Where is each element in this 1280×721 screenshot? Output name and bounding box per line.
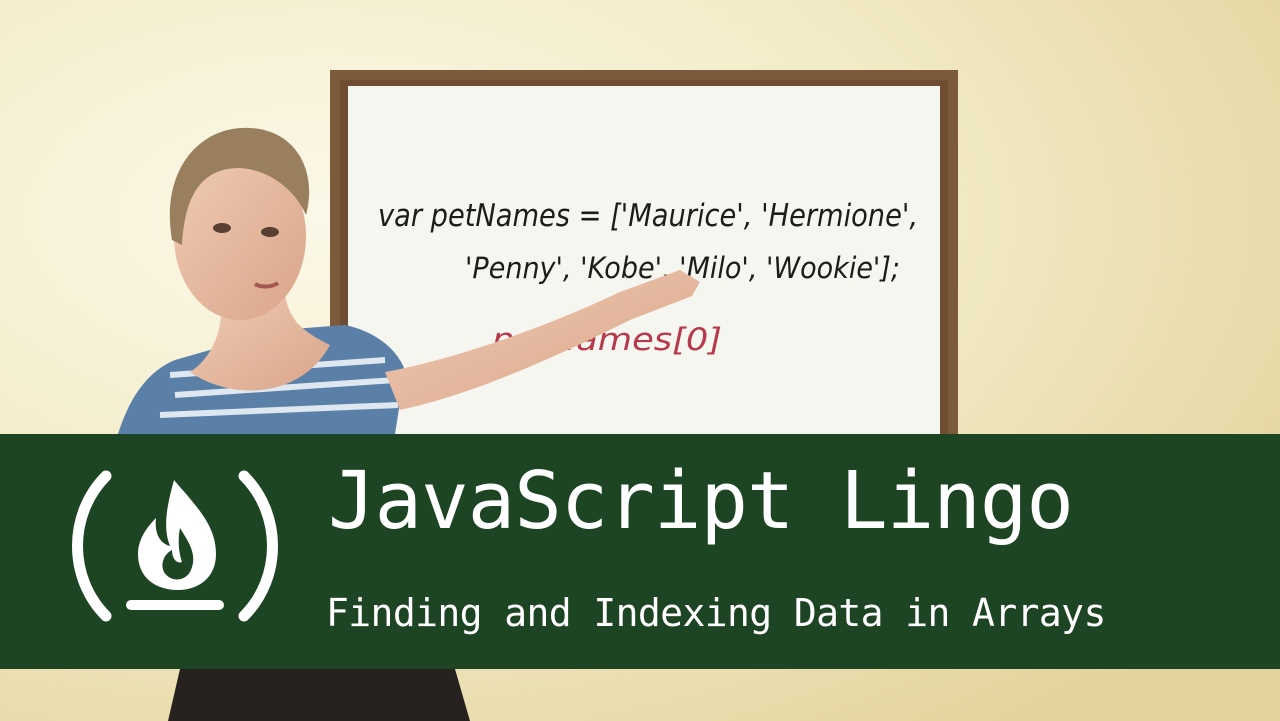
underline-bar (126, 600, 224, 610)
whiteboard-line-1: var petNames = ['Maurice', 'Hermione', (378, 198, 918, 234)
video-title: JavaScript Lingo (328, 455, 1074, 547)
video-subtitle: Finding and Indexing Data in Arrays (326, 591, 1106, 635)
flame-icon (138, 480, 216, 590)
right-paren-icon (238, 470, 278, 622)
left-paren-icon (72, 470, 112, 622)
freecodecamp-logo (72, 470, 278, 622)
